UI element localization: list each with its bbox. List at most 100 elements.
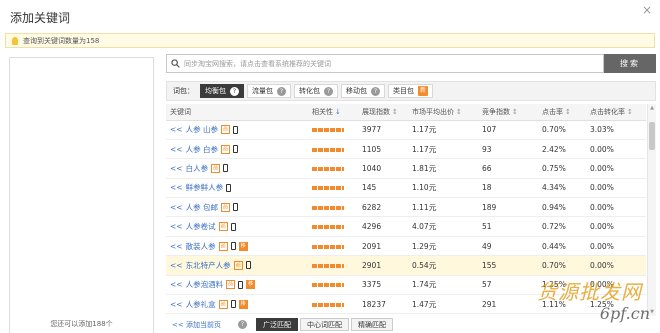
keyword-tag-icon: 品 [218,299,228,309]
table-row[interactable]: << 人参卷试品 4296 4.07元 51 0.72% 0.00% [166,216,646,237]
competition-cell: 155 [478,255,538,276]
add-keyword-link[interactable]: << 散装人参品移 [170,241,308,252]
cvr-cell: 0.00% [586,197,646,218]
impressions-cell: 1105 [358,139,408,160]
keyword-package-bar: 词包： 均衡包? 流量包? 转化包? 移动包? 类目包新 [166,81,656,101]
sort-arrow-icon[interactable]: ↕ [392,108,398,116]
column-header[interactable]: 展现指数 ↕ [358,104,408,121]
impressions-cell: 3977 [358,120,408,140]
scroll-up-icon[interactable]: ▲ [648,104,656,112]
column-header[interactable]: 市场平均出价 ↕ [408,104,478,121]
search-button[interactable]: 搜索 [604,54,656,73]
avg-bid-cell: 4.07元 [408,216,478,237]
package-button-4[interactable]: 类目包新 [388,84,433,98]
add-keyword-link[interactable]: << 白人参品 [170,163,308,174]
keyword-tag-icon: 品 [220,202,230,212]
add-keyword-link[interactable]: << 鲜参鲜人参 [170,182,308,193]
add-keyword-link[interactable]: << 人参 山参品 [170,124,308,135]
competition-cell: 107 [478,120,538,140]
column-header-label: 点击率 [542,107,563,116]
table-row[interactable]: << 人参礼盒品移 18237 1.47元 291 1.11% 1.25% [166,294,646,315]
add-current-page-link[interactable]: << 添加当前页 [172,320,221,330]
search-input[interactable]: 同步淘宝网搜索，请点击查看系统推荐的关键词 [166,54,604,73]
table-row[interactable]: << 散装人参品移 2091 1.29元 49 0.44% 0.00% [166,236,646,257]
match-type-button-2[interactable]: 精确匹配 [350,318,393,331]
mobile-badge-icon: 移 [246,280,256,290]
scroll-down-icon[interactable]: ▼ [648,308,656,316]
package-label: 词包： [173,87,194,95]
cvr-cell: 3.03% [586,120,646,140]
keyword-text: 人参 白参 [185,144,218,154]
ctr-cell: 1.11% [538,294,586,315]
table-row[interactable]: << 人参泡酒料品移 3375 1.74元 57 1.25% 0.00% [166,275,646,296]
competition-cell: 189 [478,197,538,218]
package-button-1[interactable]: 流量包? [247,84,291,98]
relevance-bar [312,263,344,268]
avg-bid-cell: 1.29元 [408,236,478,257]
column-header-label: 竞争指数 [482,107,510,116]
add-arrow-icon[interactable]: << [170,164,183,173]
impressions-cell: 1040 [358,158,408,179]
package-button-3[interactable]: 移动包? [341,84,385,98]
add-keyword-link[interactable]: << 人参 包邮品 [170,202,308,213]
notice-text: 查询到关键词数量为158 [23,36,100,45]
add-keyword-link[interactable]: << 人参 白参品 [170,144,308,155]
sort-arrow-icon[interactable]: ↓ [335,108,341,116]
scrollbar-thumb[interactable] [649,122,655,150]
keyword-cell: << 东北特产人参品 [166,255,308,276]
table-row[interactable]: << 人参 包邮品 6282 1.11元 189 0.94% 0.00% [166,197,646,218]
sort-arrow-icon[interactable]: ↕ [512,108,518,116]
relevance-bar [312,128,344,133]
relevance-cell [308,139,358,160]
match-type-button-1[interactable]: 中心词匹配 [299,318,349,331]
competition-cell: 49 [478,236,538,257]
add-arrow-icon[interactable]: << [170,280,183,289]
table-row[interactable]: << 人参 白参品 1105 1.17元 93 2.42% 0.00% [166,139,646,160]
add-keyword-link[interactable]: << 东北特产人参品 [170,260,308,271]
avg-bid-cell: 1.81元 [408,158,478,179]
table-row[interactable]: << 鲜参鲜人参 145 1.10元 18 4.34% 0.00% [166,178,646,199]
table-row[interactable]: << 东北特产人参品 2901 0.54元 155 0.70% 0.00% [166,255,646,276]
impressions-cell: 2091 [358,236,408,257]
add-keyword-link[interactable]: << 人参泡酒料品移 [170,279,308,290]
sort-arrow-icon[interactable]: ↕ [627,108,633,116]
package-button-0[interactable]: 均衡包? [200,84,244,98]
add-keyword-link[interactable]: << 人参卷试品 [170,221,308,232]
dialog-title: 添加关键词 [10,11,71,25]
keyword-tag-icon: 品 [220,144,230,154]
add-arrow-icon[interactable]: << [170,183,183,192]
table-scrollbar[interactable]: ▲ ▼ [647,104,656,316]
add-arrow-icon[interactable]: << [170,300,183,309]
sort-arrow-icon[interactable]: ↕ [565,108,571,116]
package-button-2[interactable]: 转化包? [294,84,338,98]
add-arrow-icon[interactable]: << [170,261,183,270]
relevance-cell [308,120,358,140]
close-icon[interactable]: × [640,3,654,17]
help-icon: ? [324,86,333,96]
column-header[interactable]: 点击转化率 ↕ [586,104,646,121]
column-header[interactable]: 相关性 ↓ [308,104,358,121]
relevance-bar [312,244,344,249]
mobile-phone-icon [223,164,229,173]
add-arrow-icon[interactable]: << [170,203,183,212]
mobile-phone-icon [238,280,244,289]
lightbulb-icon [12,36,18,45]
match-type-button-0[interactable]: 广泛匹配 [255,318,298,331]
add-arrow-icon[interactable]: << [170,242,183,251]
column-header[interactable]: 点击率 ↕ [538,104,586,121]
add-arrow-icon[interactable]: << [170,125,183,134]
add-arrow-icon[interactable]: << [170,222,183,231]
table-row[interactable]: << 白人参品 1040 1.81元 66 0.75% 0.00% [166,158,646,179]
column-header[interactable]: 竞争指数 ↕ [478,104,538,121]
competition-cell: 57 [478,275,538,296]
result-notice: 查询到关键词数量为158 [5,33,655,48]
keyword-table: 关键词 相关性 ↓ 展现指数 ↕ 市场平均出价 ↕ 竞争指数 ↕ 点击率 ↕ 点击转化率 ↕ << 人参 … [166,104,646,315]
add-arrow-icon[interactable]: << [170,145,183,154]
add-keyword-link[interactable]: << 人参礼盒品移 [170,299,308,310]
search-bar: 同步淘宝网搜索，请点击查看系统推荐的关键词 搜索 [166,54,656,73]
table-row[interactable]: << 人参 山参品 3977 1.17元 107 0.70% 3.03% [166,120,646,140]
impressions-cell: 18237 [358,294,408,315]
sort-arrow-icon[interactable]: ↕ [456,108,462,116]
help-icon[interactable]: ? [237,320,247,329]
competition-cell: 18 [478,178,538,199]
